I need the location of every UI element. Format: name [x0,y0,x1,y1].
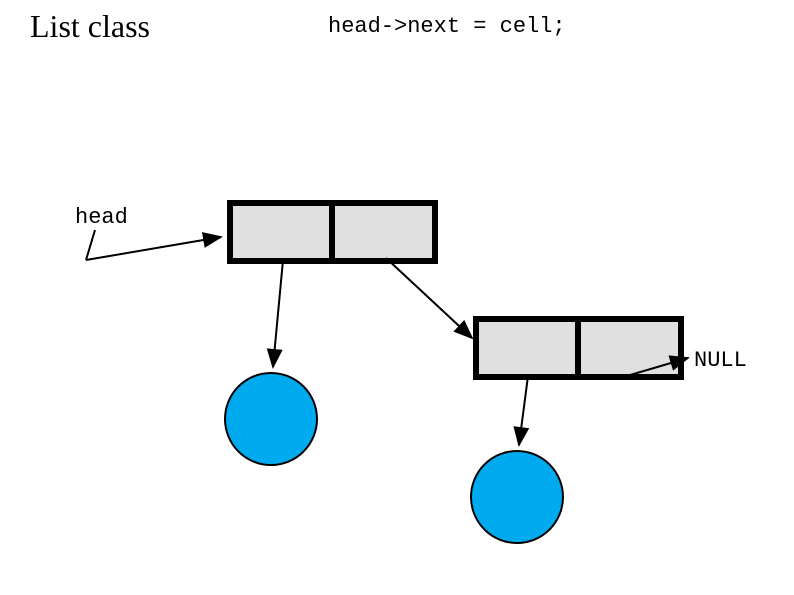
node2-data-arrow [519,376,528,445]
head-label-line [86,230,95,260]
data-circle-2 [471,451,563,543]
node1-next-arrow [386,258,472,338]
node1-data-arrow [273,260,283,367]
node-1 [230,203,435,261]
diagram-svg [0,0,794,595]
data-circle-1 [225,373,317,465]
head-arrow [86,237,221,260]
